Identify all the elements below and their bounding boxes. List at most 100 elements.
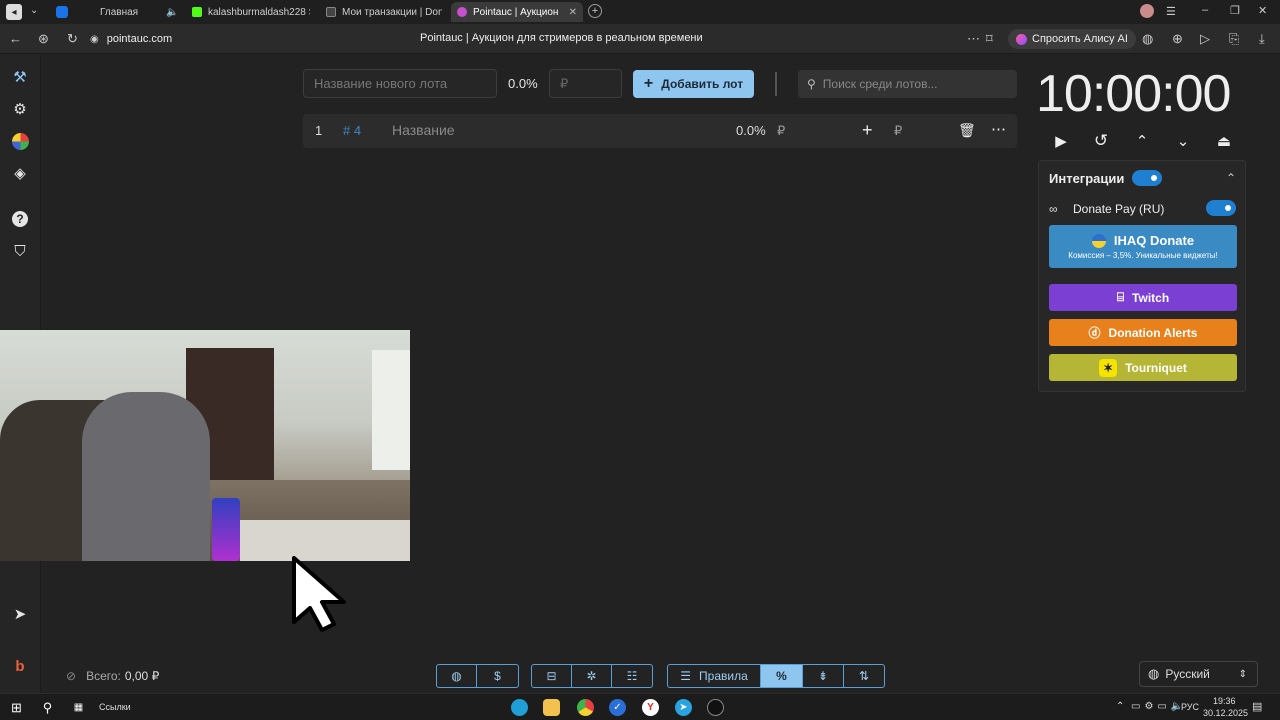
reload-icon[interactable]: ↻ xyxy=(67,31,78,47)
chevron-down-icon[interactable]: ⌄ xyxy=(1172,130,1194,152)
github-button[interactable]: ◍ xyxy=(436,664,477,688)
lot-row[interactable]: 1 # 4 Название 0.0% ₽ + ₽ 🗑 ⋯ xyxy=(303,114,1017,148)
chevron-up-icon[interactable]: ⌃ xyxy=(1131,130,1153,152)
mute-icon[interactable]: 🔈 xyxy=(160,7,178,18)
close-window-button[interactable]: ✕ xyxy=(1258,4,1267,17)
new-tab-button[interactable]: + xyxy=(588,4,602,18)
help-icon[interactable]: ? xyxy=(9,208,31,230)
layers-icon[interactable]: ◈ xyxy=(9,162,31,184)
add-amount-icon[interactable]: + xyxy=(862,120,873,141)
collections-icon[interactable]: ⎘ xyxy=(1229,31,1239,47)
media-icon[interactable]: ▷ xyxy=(1200,31,1210,47)
ihaq-donate-button[interactable]: IHAQ Donate Комиссия – 3,5%. Уникальные … xyxy=(1049,225,1237,268)
donation-alerts-button[interactable]: ⓓ Donation Alerts xyxy=(1049,319,1237,346)
language-select[interactable]: ◍ Русский ⇕ xyxy=(1139,661,1258,687)
clock-time[interactable]: 19:36 xyxy=(1213,696,1236,706)
globe-icon: ◍ xyxy=(1148,666,1160,681)
sort-icon: ⇅ xyxy=(858,669,870,683)
more-icon[interactable]: ⋯ xyxy=(967,31,980,47)
links-toolbar[interactable]: Ссылки xyxy=(99,702,131,712)
lot-search-input[interactable]: ⚲ Поиск среди лотов... xyxy=(798,70,1017,98)
chrome-icon[interactable] xyxy=(577,699,594,716)
search-placeholder: Поиск среди лотов... xyxy=(822,77,938,91)
percent-button[interactable]: % xyxy=(760,664,803,688)
bug-report-button[interactable]: ✲ xyxy=(571,664,612,688)
tab-home[interactable]: Главная 🔈 ✕ xyxy=(94,2,184,22)
new-lot-amount-input[interactable]: ₽ xyxy=(549,69,622,98)
clear-all-button[interactable]: ☷ xyxy=(611,664,653,688)
delete-trash-icon[interactable]: 🗑 xyxy=(958,122,976,139)
eject-icon[interactable]: ⏏ xyxy=(1213,130,1235,152)
profile-avatar[interactable] xyxy=(1140,4,1154,18)
lot-amount-currency[interactable]: ₽ xyxy=(777,123,785,139)
lot-percent: 0.0% xyxy=(736,123,766,138)
notification-center-icon[interactable]: ▤ xyxy=(1252,700,1262,713)
tab-donate[interactable]: Мои транзакции | Donate xyxy=(320,2,448,22)
collapse-chevron-icon[interactable]: ⌃ xyxy=(1226,171,1236,185)
tab-pointauc[interactable]: Pointauc | Аукцион для ✕ xyxy=(451,2,583,22)
clock-date[interactable]: 30.12.2025 xyxy=(1203,708,1248,718)
speaker-icon[interactable]: ◂ xyxy=(6,4,22,20)
boosty-icon[interactable]: b xyxy=(9,655,31,677)
save-button[interactable]: ⊟ xyxy=(531,664,572,688)
downloads-icon[interactable]: ⤓ xyxy=(1259,31,1265,47)
pinned-tab-icon[interactable] xyxy=(56,6,68,18)
lot-name[interactable]: Название xyxy=(392,122,455,138)
visibility-off-icon[interactable]: ⊘ xyxy=(66,669,76,683)
tray-icons[interactable]: ▭⚙▭🔈 xyxy=(1131,701,1187,712)
ask-alice-button[interactable]: Спросить Алису AI xyxy=(1008,29,1136,49)
total-sum: ⊘ Всего: 0,00 ₽ xyxy=(66,669,159,683)
reset-icon[interactable]: ↺ xyxy=(1090,130,1112,152)
extension-icon[interactable]: ⊕ xyxy=(1172,31,1183,47)
add-lot-button[interactable]: + Добавить лот xyxy=(633,70,754,98)
minimize-button[interactable]: – xyxy=(1202,4,1208,16)
close-icon[interactable]: ✕ xyxy=(563,7,577,18)
integrations-toggle[interactable] xyxy=(1132,170,1162,186)
windows-start-icon[interactable]: ⊞ xyxy=(8,699,25,716)
search-icon[interactable]: ⚲ xyxy=(39,699,56,716)
twitch-button[interactable]: ⌸ Twitch xyxy=(1049,284,1237,311)
compress-button[interactable]: ⇟ xyxy=(802,664,844,688)
rules-button[interactable]: ☰ Правила xyxy=(667,664,761,688)
wheel-icon[interactable] xyxy=(9,130,31,152)
auction-hammer-icon[interactable]: ⚒ xyxy=(9,66,31,88)
new-lot-name-input[interactable]: Название нового лота xyxy=(303,69,497,98)
obs-icon[interactable] xyxy=(707,699,724,716)
url-text: pointauc.com xyxy=(106,33,173,45)
edge-icon[interactable] xyxy=(511,699,528,716)
tray-chevron-icon[interactable]: ⌃ xyxy=(1116,701,1124,712)
check-app-icon[interactable]: ✓ xyxy=(609,699,626,716)
telegram-taskbar-icon[interactable]: ➤ xyxy=(675,699,692,716)
sort-button[interactable]: ⇅ xyxy=(843,664,885,688)
add-amount-currency[interactable]: ₽ xyxy=(894,123,902,139)
maximize-button[interactable]: ❐ xyxy=(1230,4,1240,17)
tourniquet-button[interactable]: ✶ Tourniquet xyxy=(1049,354,1237,381)
notifications-icon[interactable]: ☰ xyxy=(1166,5,1176,18)
tourniquet-icon: ✶ xyxy=(1099,358,1118,377)
donatepay-label: Donate Pay (RU) xyxy=(1073,202,1165,216)
shield-icon[interactable]: ⊛ xyxy=(38,31,49,47)
translate-icon[interactable]: ◍ xyxy=(1142,31,1153,47)
site-info-icon[interactable]: ◉ xyxy=(90,34,99,45)
webcam-window xyxy=(372,350,410,470)
yandex-browser-icon[interactable]: Y xyxy=(642,699,659,716)
webcam-speaker xyxy=(212,498,240,561)
url-field[interactable]: ◉ pointauc.com xyxy=(90,29,172,49)
tabs-menu-icon[interactable]: ⌄ xyxy=(30,5,38,16)
explorer-icon[interactable] xyxy=(543,699,560,716)
telegram-icon[interactable]: ➤ xyxy=(9,603,31,625)
play-icon[interactable]: ▶ xyxy=(1050,130,1072,152)
tab-kick[interactable]: kalashburmaldash228 Stre xyxy=(186,2,316,22)
settings-gear-icon[interactable]: ⚙ xyxy=(9,98,31,120)
security-shield-icon[interactable]: ⛉ xyxy=(9,240,31,262)
donatepay-toggle[interactable] xyxy=(1206,200,1236,216)
task-view-icon[interactable]: ▦ xyxy=(70,699,87,716)
tab-label: Мои транзакции | Donate xyxy=(342,6,442,18)
compress-icon: ⇟ xyxy=(817,669,829,683)
back-icon[interactable]: ← xyxy=(9,31,22,46)
bookmark-icon[interactable]: ⌑ xyxy=(986,31,993,47)
donate-button[interactable]: $ xyxy=(476,664,519,688)
close-icon[interactable]: ✕ xyxy=(179,7,184,18)
keyboard-language[interactable]: РУС xyxy=(1181,702,1199,712)
more-options-icon[interactable]: ⋯ xyxy=(991,120,1006,138)
